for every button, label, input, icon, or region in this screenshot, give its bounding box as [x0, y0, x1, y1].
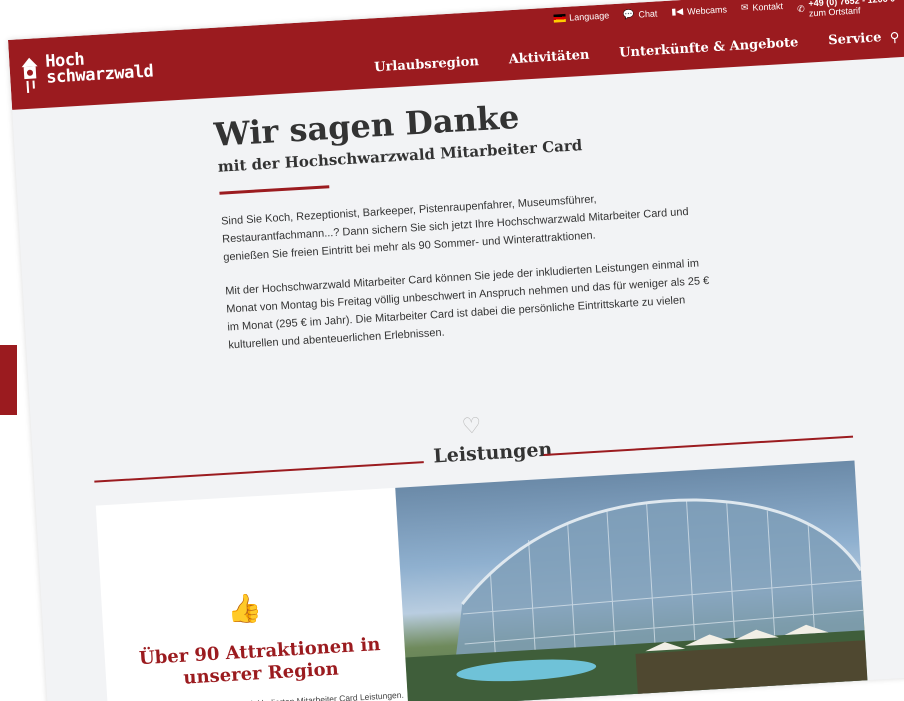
- kontakt-label: Kontakt: [752, 0, 784, 13]
- leave-message-label: Hinterlassen Sie eine Nachricht: [779, 682, 904, 701]
- german-flag-icon: [552, 13, 566, 23]
- feedback-tab[interactable]: feedback: [0, 345, 17, 415]
- webcams-label: Webcams: [686, 3, 728, 17]
- heart-icon: ♡: [460, 412, 483, 439]
- intro-paragraph-1: Sind Sie Koch, Rezeptionist, Barkeeper, …: [220, 193, 689, 264]
- site-header: Hoch schwarzwald Language 💬 Chat ▮◀ Webc…: [8, 0, 904, 110]
- main-navigation: Urlaubsregion Aktivitäten Unterkünfte & …: [374, 30, 882, 75]
- phone-link[interactable]: ✆ +49 (0) 7652 - 1206 0 zum Ortstarif: [797, 0, 896, 19]
- phone-icon: ✆: [796, 3, 806, 15]
- chat-link[interactable]: 💬 Chat: [623, 7, 658, 20]
- attractions-card[interactable]: 👍 Über 90 Attraktionen in unserer Region…: [95, 487, 409, 701]
- feedback-label: feedback: [0, 358, 3, 399]
- envelope-icon: ✉: [740, 2, 749, 13]
- language-link[interactable]: Language: [552, 10, 610, 23]
- thermal-bath-photo: [395, 460, 869, 701]
- title-divider: [219, 185, 330, 195]
- search-icon[interactable]: ⚲: [889, 29, 899, 46]
- intro-paragraph-2: Mit der Hochschwarzwald Mitarbeiter Card…: [224, 257, 710, 352]
- screenshot-stage: Hoch schwarzwald Language 💬 Chat ▮◀ Webc…: [0, 0, 904, 701]
- intro-section: Wir sagen Danke mit der Hochschwarzwald …: [213, 87, 717, 371]
- phone-note: zum Ortstarif: [808, 5, 861, 19]
- card-title: Über 90 Attraktionen in unserer Region: [138, 633, 381, 689]
- video-camera-icon: ▮◀: [670, 5, 684, 17]
- kontakt-link[interactable]: ✉ Kontakt: [741, 0, 784, 13]
- webpage: Hoch schwarzwald Language 💬 Chat ▮◀ Webc…: [8, 0, 904, 701]
- chat-bubble-icon: 💬: [622, 8, 635, 20]
- section-title: Leistungen: [432, 438, 553, 468]
- nav-aktivitaeten[interactable]: Aktivitäten: [508, 48, 589, 68]
- chat-label: Chat: [638, 7, 658, 20]
- cuckoo-clock-icon: [19, 54, 41, 95]
- nav-service[interactable]: Service: [828, 30, 882, 48]
- thumbs-up-icon: 👍: [226, 591, 263, 625]
- language-label: Language: [568, 10, 610, 23]
- logo[interactable]: Hoch schwarzwald: [19, 47, 154, 95]
- nav-urlaubsregion[interactable]: Urlaubsregion: [374, 54, 479, 75]
- section-divider-right: [543, 435, 854, 456]
- webcams-link[interactable]: ▮◀ Webcams: [671, 3, 727, 17]
- envelope-icon: ✉: [765, 690, 775, 701]
- logo-line2: schwarzwald: [45, 61, 154, 88]
- top-utility-bar: Language 💬 Chat ▮◀ Webcams ✉ Kontakt ✆ +…: [552, 0, 896, 34]
- section-divider-left: [94, 461, 424, 483]
- nav-unterkuenfte[interactable]: Unterkünfte & Angebote: [619, 35, 799, 61]
